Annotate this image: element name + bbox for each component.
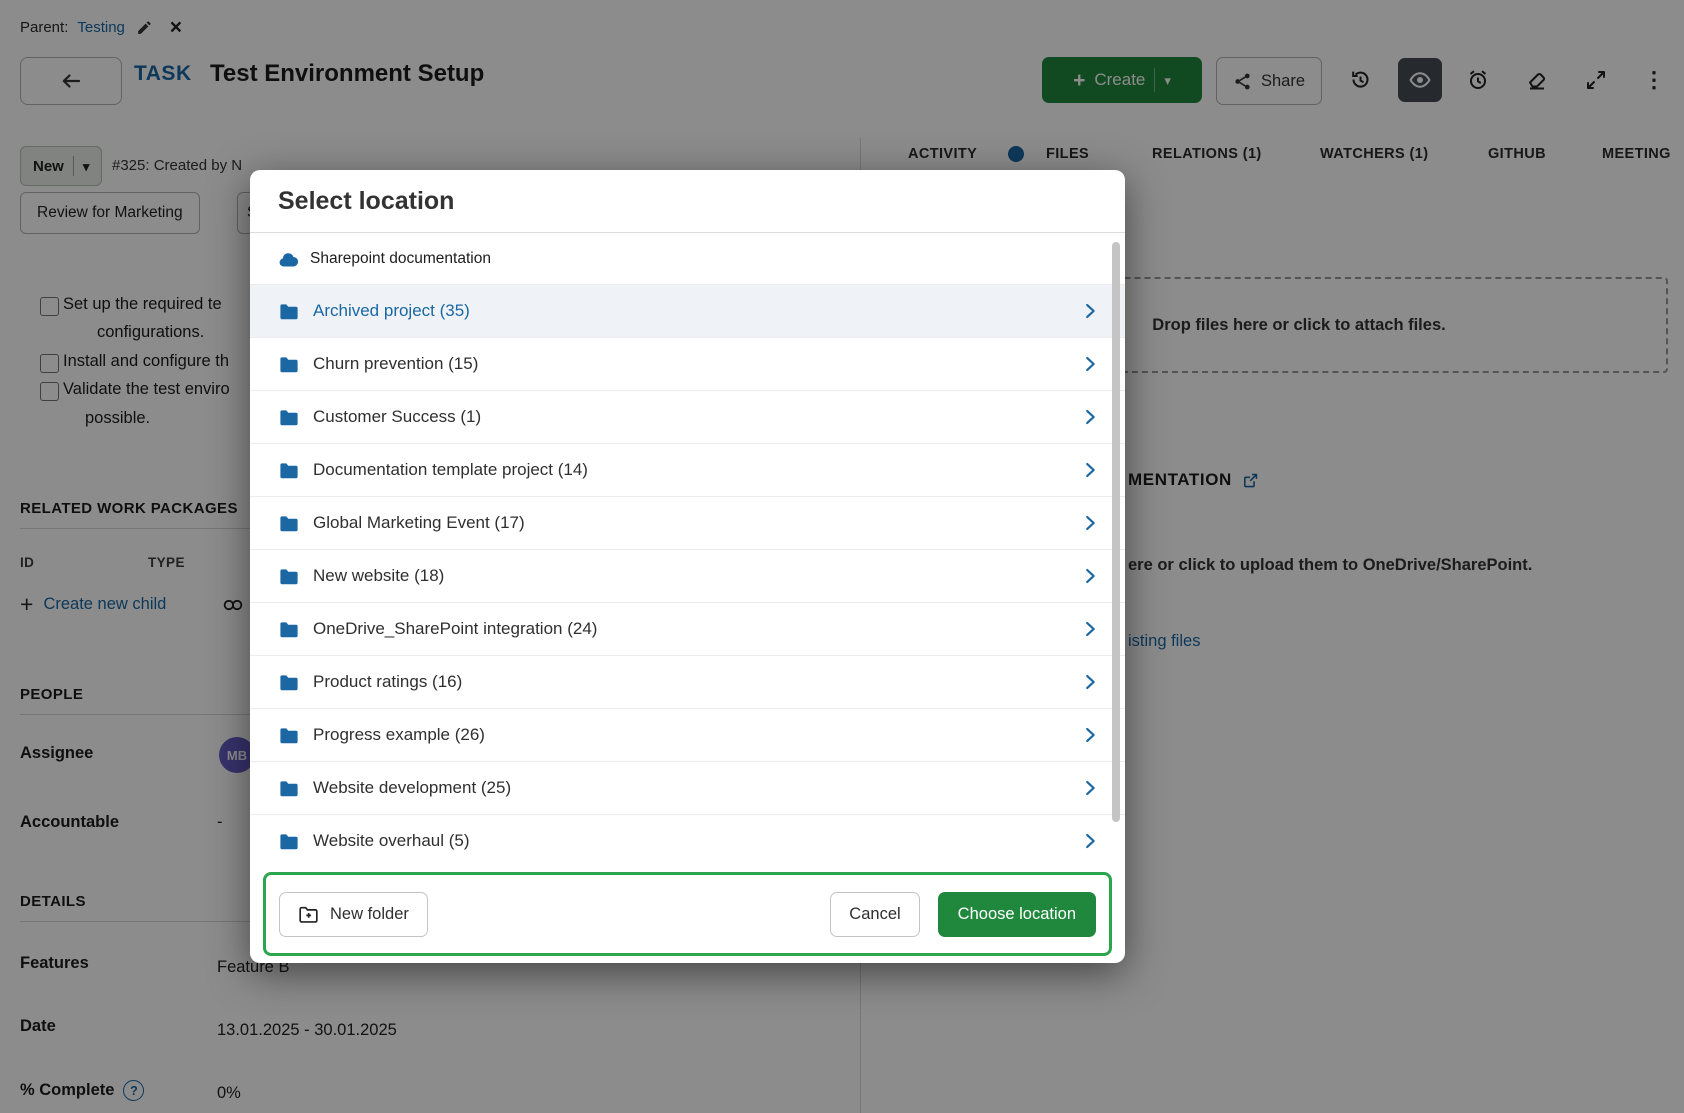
select-location-dialog: Select location Sharepoint documentation… (250, 170, 1125, 963)
folder-icon (278, 673, 300, 692)
folder-row[interactable]: Website overhaul (5) (250, 814, 1125, 858)
folder-name: Website overhaul (5) (313, 831, 470, 851)
chevron-right-icon[interactable] (1079, 565, 1101, 587)
folder-icon (278, 832, 300, 851)
breadcrumb-root[interactable]: Sharepoint documentation (310, 250, 491, 268)
chevron-right-icon[interactable] (1079, 353, 1101, 375)
folder-row[interactable]: Archived project (35) (250, 284, 1125, 337)
chevron-right-icon[interactable] (1079, 406, 1101, 428)
folder-name: OneDrive_SharePoint integration (24) (313, 619, 597, 639)
chevron-right-icon[interactable] (1079, 512, 1101, 534)
folder-row[interactable]: Documentation template project (14) (250, 443, 1125, 496)
choose-location-button[interactable]: Choose location (938, 892, 1096, 937)
folder-row[interactable]: Global Marketing Event (17) (250, 496, 1125, 549)
folder-row[interactable]: New website (18) (250, 549, 1125, 602)
folder-icon (278, 726, 300, 745)
folder-icon (278, 355, 300, 374)
folder-row[interactable]: OneDrive_SharePoint integration (24) (250, 602, 1125, 655)
folder-name: New website (18) (313, 566, 444, 586)
new-folder-button[interactable]: New folder (279, 892, 428, 937)
folder-name: Documentation template project (14) (313, 460, 588, 480)
folder-name: Churn prevention (15) (313, 354, 478, 374)
chevron-right-icon[interactable] (1079, 618, 1101, 640)
cloud-icon (278, 251, 299, 268)
folder-name: Global Marketing Event (17) (313, 513, 525, 533)
folder-row[interactable]: Churn prevention (15) (250, 337, 1125, 390)
chevron-right-icon[interactable] (1079, 724, 1101, 746)
chevron-right-icon[interactable] (1079, 300, 1101, 322)
chevron-right-icon[interactable] (1079, 459, 1101, 481)
folder-name: Website development (25) (313, 778, 511, 798)
folder-row[interactable]: Website development (25) (250, 761, 1125, 814)
folder-plus-icon (298, 905, 319, 924)
folder-row[interactable]: Customer Success (1) (250, 390, 1125, 443)
dialog-title: Select location (278, 187, 454, 216)
folder-icon (278, 461, 300, 480)
folder-icon (278, 567, 300, 586)
storage-breadcrumb: Sharepoint documentation (250, 233, 1125, 285)
chevron-right-icon[interactable] (1079, 671, 1101, 693)
folder-name: Product ratings (16) (313, 672, 462, 692)
folder-icon (278, 779, 300, 798)
folder-icon (278, 620, 300, 639)
folder-name: Archived project (35) (313, 301, 470, 321)
folder-name: Progress example (26) (313, 725, 485, 745)
folder-row[interactable]: Progress example (26) (250, 708, 1125, 761)
scrollbar[interactable] (1112, 242, 1120, 822)
folder-icon (278, 514, 300, 533)
dialog-header: Select location (250, 170, 1125, 233)
folder-list: Archived project (35) Churn prevention (… (250, 284, 1125, 858)
folder-icon (278, 302, 300, 321)
chevron-right-icon[interactable] (1079, 830, 1101, 852)
folder-name: Customer Success (1) (313, 407, 481, 427)
chevron-right-icon[interactable] (1079, 777, 1101, 799)
folder-row[interactable]: Product ratings (16) (250, 655, 1125, 708)
dialog-footer-highlight: New folder Cancel Choose location (263, 872, 1112, 956)
folder-icon (278, 408, 300, 427)
cancel-button[interactable]: Cancel (830, 892, 919, 937)
